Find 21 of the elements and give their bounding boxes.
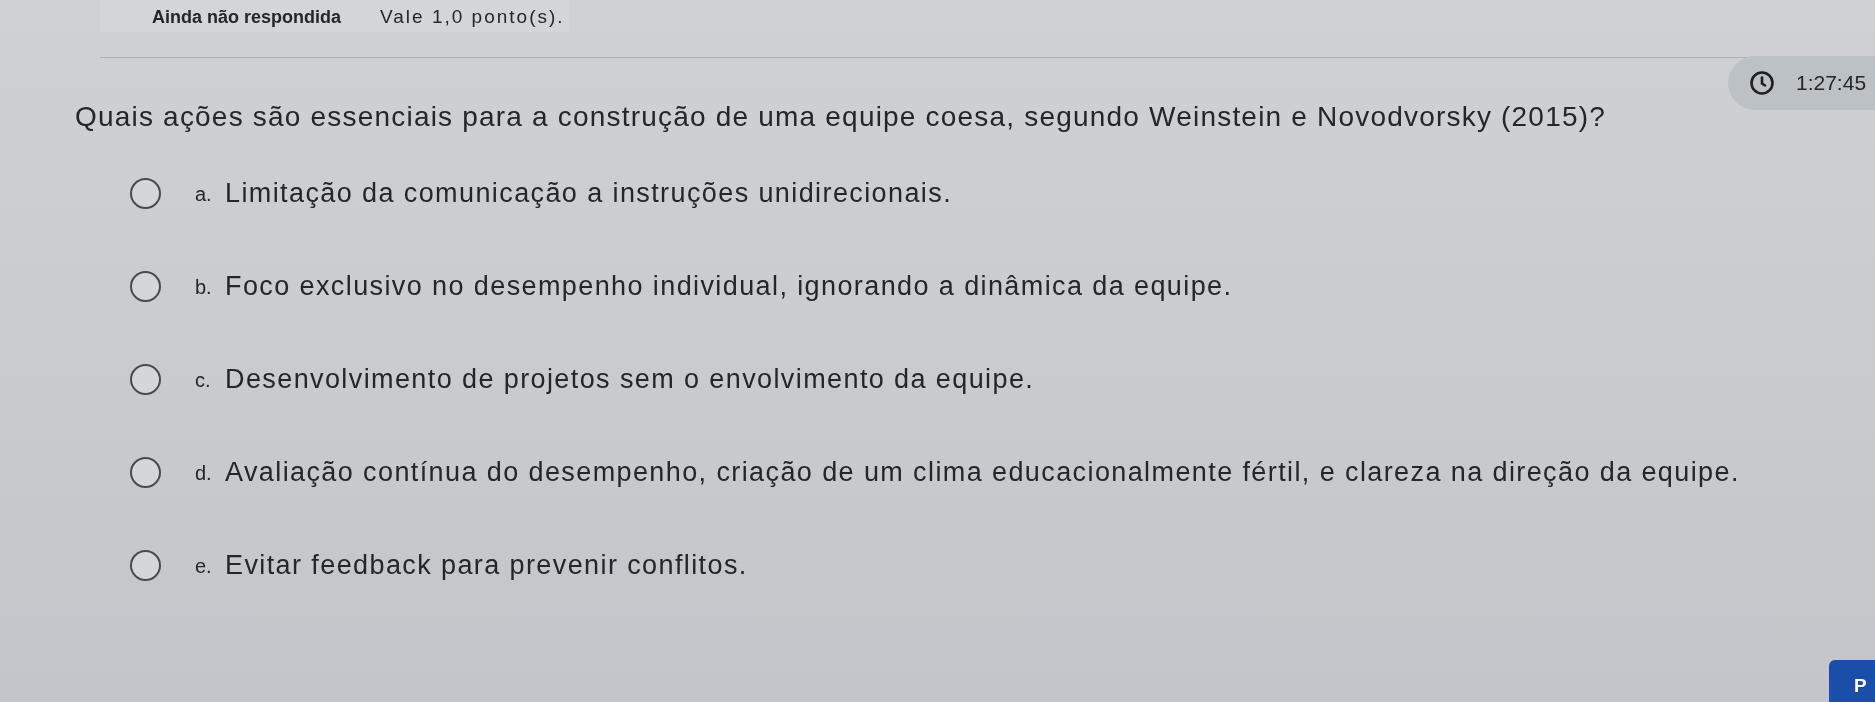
timer-text: 1:27:45 <box>1796 70 1867 97</box>
option-letter: a. <box>195 181 213 207</box>
option-text: Foco exclusivo no desempenho individual, ignorando a dinâmica da equipe. <box>225 270 1233 304</box>
radio-button[interactable] <box>130 550 161 581</box>
question-grade: Vale 1,0 ponto(s). <box>380 4 566 29</box>
option-letter: e. <box>195 553 213 579</box>
option-text: Evitar feedback para prevenir conflitos. <box>225 549 748 583</box>
clock-icon <box>1750 71 1774 95</box>
next-page-button[interactable]: P <box>1829 660 1875 702</box>
radio-button[interactable] <box>130 457 161 488</box>
option-letter: d. <box>195 460 213 486</box>
option-letter: c. <box>195 367 212 393</box>
option-text: Avaliação contínua do desempenho, criação de um clima educacionalmente fértil, e clareza na direção da equipe. <box>225 456 1740 490</box>
radio-button[interactable] <box>130 178 161 209</box>
question-state: Ainda não respondida <box>152 5 342 29</box>
radio-button[interactable] <box>130 271 161 302</box>
question-text: Quais ações são essenciais para a construção de uma equipe coesa, segundo Weinstein e Novodvorsky (2015)? <box>75 100 1606 134</box>
radio-button[interactable] <box>130 364 161 395</box>
option-letter: b. <box>195 274 213 300</box>
option-text: Desenvolvimento de projetos sem o envolvimento da equipe. <box>225 363 1035 397</box>
option-text: Limitação da comunicação a instruções unidirecionais. <box>225 177 953 211</box>
